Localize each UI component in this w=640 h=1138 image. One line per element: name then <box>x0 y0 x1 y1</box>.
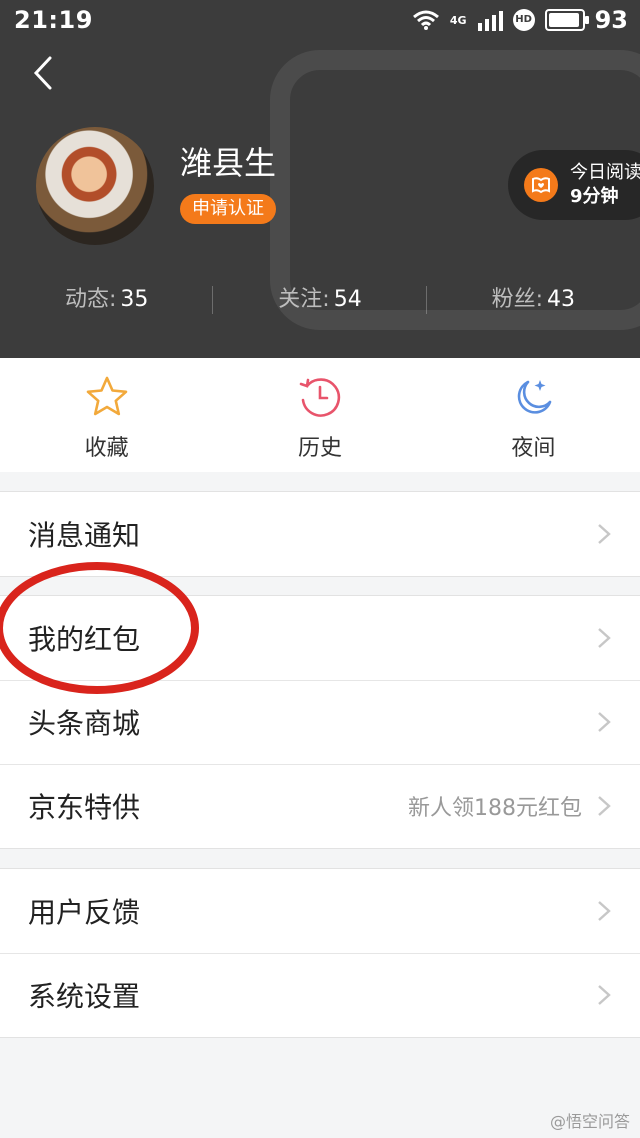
stat-value: 35 <box>120 287 149 312</box>
reading-label: 今日阅读 <box>570 162 640 183</box>
stat-value: 54 <box>333 287 362 312</box>
favorites-label: 收藏 <box>84 436 129 461</box>
network-type: 4G <box>449 13 467 27</box>
book-heart-icon <box>524 168 558 202</box>
username[interactable]: 潍县生 <box>180 138 276 184</box>
stat-label: 关注: <box>278 287 330 312</box>
menu-item-settings[interactable]: 系统设置 <box>0 953 640 1037</box>
watermark: @悟空问答 <box>549 1112 630 1131</box>
red-annotation-circle <box>0 562 199 694</box>
history-label: 历史 <box>297 436 342 461</box>
status-time: 21:19 <box>14 6 93 34</box>
menu-item-title: 消息通知 <box>28 519 141 552</box>
chevron-right-icon <box>598 712 611 732</box>
menu-group-3: 用户反馈 系统设置 <box>0 868 640 1038</box>
menu-item-title: 头条商城 <box>28 707 141 740</box>
battery-percent: 93 <box>594 6 628 34</box>
menu-item-feedback[interactable]: 用户反馈 <box>0 869 640 953</box>
chevron-right-icon <box>598 796 611 816</box>
wifi-icon <box>412 10 439 30</box>
status-icons: 4G HD 93 <box>412 6 628 34</box>
status-bar: 21:19 4G HD 93 <box>0 0 640 40</box>
chevron-right-icon <box>598 628 611 648</box>
stat-followers[interactable]: 粉丝: 43 <box>427 280 640 320</box>
stat-following[interactable]: 关注: 54 <box>213 280 427 320</box>
profile-stats: 动态: 35 关注: 54 粉丝: 43 <box>0 280 640 320</box>
hd-icon: HD <box>512 9 535 31</box>
signal-icon <box>477 11 503 31</box>
history-button[interactable]: 历史 <box>213 358 426 472</box>
moon-icon <box>518 380 552 414</box>
verify-button[interactable]: 申请认证 <box>180 194 276 224</box>
chevron-right-icon <box>598 901 611 921</box>
clock-icon <box>299 378 341 417</box>
avatar[interactable] <box>36 127 154 245</box>
menu-item-title: 京东特供 <box>28 791 141 824</box>
star-icon <box>86 376 127 416</box>
menu-item-jd-special[interactable]: 京东特供 新人领188元红包 <box>0 764 640 848</box>
menu-item-title: 用户反馈 <box>28 896 141 929</box>
back-button[interactable] <box>24 50 64 96</box>
reading-time-text: 今日阅读 9分钟 <box>570 161 640 209</box>
battery-icon <box>544 9 589 31</box>
stat-label: 粉丝: <box>491 287 544 312</box>
profile-header: 21:19 4G HD 93 潍县生 申请认证 今日阅读 9分钟 动态: 35 … <box>0 0 640 358</box>
reading-time-pill[interactable]: 今日阅读 9分钟 <box>508 150 640 220</box>
stat-value: 43 <box>547 287 576 312</box>
reading-minutes: 9分钟 <box>570 186 619 207</box>
menu-item-subtitle: 新人领188元红包 <box>408 796 582 821</box>
stat-posts[interactable]: 动态: 35 <box>0 280 214 320</box>
chevron-right-icon <box>598 524 611 544</box>
night-mode-button[interactable]: 夜间 <box>427 358 640 472</box>
quick-actions: 收藏 历史 夜间 <box>0 358 640 472</box>
chevron-right-icon <box>598 985 611 1005</box>
menu-item-title: 系统设置 <box>28 980 141 1013</box>
favorites-button[interactable]: 收藏 <box>0 358 213 472</box>
night-mode-label: 夜间 <box>511 436 556 461</box>
stat-label: 动态: <box>64 287 117 312</box>
